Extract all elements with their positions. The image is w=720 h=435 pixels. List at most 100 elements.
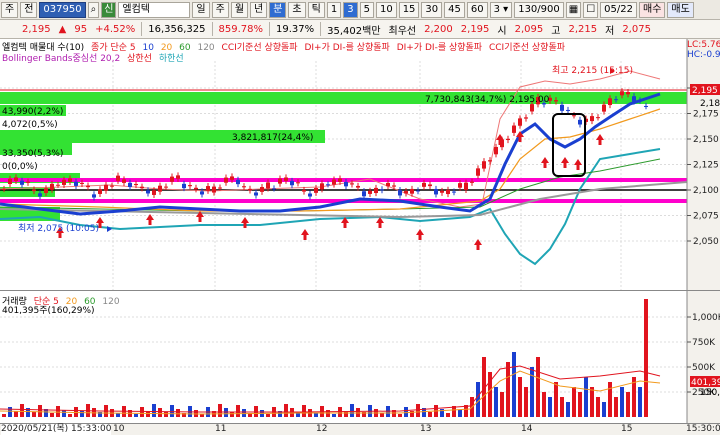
period-tick[interactable]: 틱 <box>307 1 325 18</box>
low-annotation: 최저 2,075 (10:05) <box>18 223 99 234</box>
interval-3[interactable]: 3 <box>343 1 358 18</box>
legend-signal-di[interactable]: DI+가 DI-를 상향돌파 <box>304 43 389 53</box>
low-label: 저 <box>605 25 615 37</box>
volume-bar <box>584 377 588 417</box>
cursor-time: 2020/05/21(목) 15:33:00 <box>1 424 112 435</box>
price-tick-label: 2,100 <box>693 186 719 196</box>
buy-button[interactable]: 매수 <box>639 1 666 18</box>
price-chart-pane[interactable]: 2,2002,1752,1502,1252,1002,0752,050 2,19… <box>0 39 720 290</box>
period-day[interactable]: 일 <box>192 1 210 18</box>
candle-body <box>512 125 516 133</box>
price-tick-label: 2,050 <box>693 237 719 247</box>
candle-body <box>614 99 618 101</box>
volume-bar <box>290 408 294 417</box>
chart-settings-icon[interactable]: ▦ <box>565 1 582 18</box>
candle-body <box>632 96 636 102</box>
period-week[interactable]: 주 <box>211 1 229 18</box>
volume-bar <box>38 405 42 417</box>
sell-button[interactable]: 매도 <box>667 1 694 18</box>
volume-bar <box>50 413 54 417</box>
date-field[interactable]: 05/22 <box>600 1 637 18</box>
candle-body <box>128 182 132 188</box>
stock-code-input[interactable]: 037950 <box>39 1 86 18</box>
legend-bb-upper[interactable]: 상한선 <box>127 54 152 64</box>
profile-bar-1 <box>0 92 687 104</box>
vol-tick-label: 1,000K <box>692 313 720 323</box>
candle-body <box>278 178 282 184</box>
candle-body <box>140 186 144 189</box>
period-second[interactable]: 초 <box>288 1 306 18</box>
open-label: 시 <box>497 25 507 37</box>
interval-5[interactable]: 5 <box>359 1 374 18</box>
legend-bb-lower[interactable]: 하한선 <box>159 54 184 64</box>
divider <box>211 22 213 36</box>
vol-tick-label: 750K <box>692 338 716 348</box>
volume-bar <box>566 402 570 417</box>
candle-body <box>464 182 468 190</box>
candle-body <box>152 190 156 195</box>
candle-body <box>506 138 510 141</box>
legend-signal-cci[interactable]: CCI기준선 상향돌파 <box>222 43 298 53</box>
period-month[interactable]: 월 <box>230 1 249 18</box>
vol-current-marker-text: 401,39 <box>691 378 720 388</box>
period-year[interactable]: 년 <box>250 1 268 18</box>
candle-body <box>344 181 348 187</box>
volume-bar <box>176 409 180 417</box>
volume-bar <box>314 413 318 417</box>
profile-label-3: 43,990(2,2%) <box>2 107 63 117</box>
candle-body <box>350 183 354 185</box>
candle-body <box>248 188 252 191</box>
candle-body <box>260 187 264 192</box>
volume-bar <box>32 412 36 417</box>
candle-body <box>374 187 378 194</box>
candle-body <box>320 183 324 190</box>
candle-body <box>410 188 414 194</box>
stock-name-field[interactable]: 엘컴텍 <box>118 1 191 18</box>
volume-bar <box>476 382 480 417</box>
quote-bar: 2,195 ▲ 95 +4.52% 16,356,325 859.78% 19.… <box>0 20 720 39</box>
hc-readout: HC:-0.9 <box>687 50 720 60</box>
interval-60[interactable]: 60 <box>466 1 488 18</box>
search-icon[interactable]: ⌕ <box>87 1 100 18</box>
legend-signal-di-2[interactable]: DI+가 DI-를 상향돌파 <box>397 43 482 53</box>
interval-1[interactable]: 1 <box>326 1 342 18</box>
volume-bar <box>554 382 558 417</box>
high-label: 고 <box>551 25 561 37</box>
candle-body <box>266 182 270 189</box>
price-change: 95 <box>74 23 88 35</box>
volume-bar <box>458 410 462 417</box>
price-chart[interactable]: 2,2002,1752,1502,1252,1002,0752,050 2,19… <box>0 39 720 290</box>
market-select[interactable]: 주 <box>1 1 19 18</box>
candle-body <box>182 183 186 189</box>
candle-body <box>626 92 630 95</box>
mode-select[interactable]: 전 <box>20 1 38 18</box>
legend-ma120[interactable]: 120 <box>197 43 214 53</box>
candle-body <box>644 105 648 107</box>
legend-signal-cci-2[interactable]: CCI기준선 상향돌파 <box>489 43 565 53</box>
volume-chart[interactable]: 1,000K750K500K250K 401,39 150,29 <box>0 291 720 424</box>
legend-vol-ma120[interactable]: 120 <box>102 297 119 307</box>
candle-body <box>26 181 30 183</box>
interval-select[interactable]: 3 ▾ <box>489 1 513 18</box>
calendar-checkbox[interactable]: ☐ <box>583 1 599 18</box>
interval-15[interactable]: 15 <box>398 1 420 18</box>
candle-body <box>14 177 18 181</box>
candle-body <box>296 182 300 184</box>
legend-bb-mid[interactable]: Bollinger Bands중심선 20,2 <box>2 54 120 64</box>
candle-body <box>620 91 624 96</box>
profile-label-6: 0(0,0%) <box>2 162 38 172</box>
interval-30[interactable]: 30 <box>421 1 443 18</box>
interval-45[interactable]: 45 <box>444 1 465 18</box>
count-field[interactable]: 130/900 <box>514 1 564 18</box>
trade-amount: 35,402백만 <box>327 25 381 37</box>
volume-chart-pane[interactable]: 1,000K750K500K250K 401,39 150,29 거래량 단순 … <box>0 290 720 424</box>
interval-10[interactable]: 10 <box>375 1 397 18</box>
volume-bar <box>266 414 270 417</box>
volume-bar <box>56 406 60 417</box>
period-minute[interactable]: 분 <box>269 1 287 18</box>
volume-bar <box>152 404 156 417</box>
volume-bar <box>536 357 540 417</box>
candle-body <box>524 117 528 119</box>
candle-body <box>308 193 312 197</box>
candle-body <box>638 100 642 102</box>
